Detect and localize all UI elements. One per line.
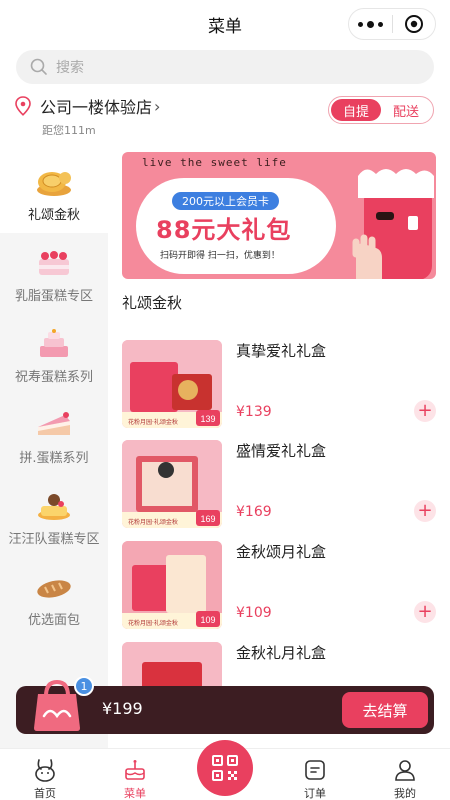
strawberry-cake-icon [39, 251, 69, 275]
product-card[interactable]: 139 花粉月园·礼颂金秋 真挚爱礼礼盒 ¥139 + [122, 340, 438, 428]
product-card[interactable]: 109 花粉月园·礼颂金秋 金秋颂月礼盒 ¥109 + [122, 541, 438, 629]
rabbit-home-icon [35, 759, 55, 782]
tab-label: 首页 [34, 787, 56, 800]
cake-slice-icon [38, 412, 70, 435]
mascot-illustration [352, 169, 434, 279]
sidebar-item-slice-cake[interactable]: 拼.蛋糕系列 [0, 395, 108, 476]
search-input[interactable]: 搜索 [16, 50, 434, 84]
tab-orders[interactable]: 订单 [270, 749, 360, 800]
product-name: 真挚爱礼礼盒 [236, 342, 327, 360]
sidebar-item-birthday-cake[interactable]: 祝寿蛋糕系列 [0, 314, 108, 395]
thumb-caption: 花粉月园·礼颂金秋 [128, 418, 178, 426]
thumb-caption: 花粉月园·礼颂金秋 [128, 619, 178, 627]
tab-label: 我的 [394, 787, 416, 800]
banner-subtext: 扫码开即得 扫一扫，优惠到！ [160, 251, 280, 261]
navigation-bar: 菜单 [0, 0, 450, 48]
tab-home[interactable]: 首页 [0, 749, 90, 800]
user-icon [395, 760, 415, 781]
pickup-option[interactable]: 自提 [331, 99, 381, 121]
promo-banner[interactable]: live the sweet life 200元以上会员卡 88元大礼包 扫码开… [122, 152, 436, 279]
sidebar-item-label: 汪汪队蛋糕专区 [8, 532, 100, 547]
thumb-caption: 花粉月园·礼颂金秋 [128, 518, 178, 526]
category-sidebar: 礼颂金秋 乳脂蛋糕专区 祝寿蛋糕系列 拼.蛋糕系列 汪汪队蛋糕专区 优选面包 [0, 152, 108, 760]
cart-total: ¥199 [102, 699, 143, 718]
order-icon [305, 760, 325, 780]
sidebar-item-cream-cake[interactable]: 乳脂蛋糕专区 [0, 233, 108, 314]
add-to-cart-button[interactable]: + [414, 601, 436, 623]
mooncake-icon [37, 172, 71, 196]
thumb-price-label: 139 [200, 414, 215, 424]
more-options-icon[interactable] [349, 8, 392, 40]
mini-program-capsule [348, 8, 436, 40]
bread-icon [37, 580, 71, 598]
tab-label: 菜单 [124, 787, 146, 800]
chevron-right-icon: › [154, 96, 161, 116]
sidebar-item-bread[interactable]: 优选面包 [0, 557, 108, 638]
product-name: 金秋礼月礼盒 [236, 644, 327, 662]
product-price: ¥169 [236, 504, 272, 520]
add-to-cart-button[interactable]: + [414, 400, 436, 422]
sidebar-item-paw-patrol-cake[interactable]: 汪汪队蛋糕专区 [0, 476, 108, 557]
cart-count-badge: 1 [74, 676, 94, 696]
section-title: 礼颂金秋 [122, 294, 183, 312]
product-price: ¥109 [236, 605, 272, 621]
tab-menu[interactable]: 菜单 [90, 749, 180, 800]
banner-tagline: live the sweet life [142, 156, 287, 169]
sidebar-item-label: 祝寿蛋糕系列 [14, 370, 93, 385]
product-image: 139 花粉月园·礼颂金秋 [122, 340, 222, 428]
product-name: 盛情爱礼礼盒 [236, 442, 327, 460]
location-pin-icon [15, 96, 31, 116]
product-price: ¥139 [236, 404, 272, 420]
delivery-option[interactable]: 配送 [381, 99, 431, 121]
cake-menu-icon [125, 760, 145, 780]
sidebar-item-label: 优选面包 [27, 613, 80, 628]
search-icon [30, 58, 47, 75]
product-card[interactable]: 169 花粉月园·礼颂金秋 盛情爱礼礼盒 ¥169 + [122, 440, 438, 528]
store-name: 公司一楼体验店 [40, 98, 153, 117]
close-target-icon[interactable] [393, 8, 435, 40]
search-placeholder: 搜索 [56, 60, 84, 76]
app-screen: 菜单 搜索 公司一楼体验店 › 距您111m 自提 配送 礼颂金秋 乳脂蛋糕专区… [0, 0, 450, 800]
checkout-button[interactable]: 去结算 [342, 692, 428, 728]
tab-profile[interactable]: 我的 [360, 749, 450, 800]
tab-label: 订单 [304, 787, 326, 800]
banner-headline: 88元大礼包 [156, 216, 292, 244]
qr-scan-button[interactable] [197, 740, 253, 796]
birthday-cake-icon [40, 329, 68, 357]
thumb-price-label: 109 [200, 615, 215, 625]
banner-membership-pill: 200元以上会员卡 [172, 192, 279, 210]
store-distance: 距您111m [42, 124, 96, 137]
sidebar-item-golden-autumn[interactable]: 礼颂金秋 [0, 152, 108, 233]
sidebar-item-label: 拼.蛋糕系列 [19, 451, 89, 466]
product-image: 109 花粉月园·礼颂金秋 [122, 541, 222, 629]
qr-scan-icon [212, 755, 238, 781]
sidebar-item-label: 乳脂蛋糕专区 [14, 289, 93, 304]
character-cake-icon [38, 494, 70, 520]
add-to-cart-button[interactable]: + [414, 500, 436, 522]
product-image: 169 花粉月园·礼颂金秋 [122, 440, 222, 528]
thumb-price-label: 169 [200, 514, 215, 524]
product-name: 金秋颂月礼盒 [236, 543, 327, 561]
delivery-mode-toggle: 自提 配送 [328, 96, 434, 124]
sidebar-item-label: 礼颂金秋 [27, 208, 80, 223]
store-selector[interactable]: 公司一楼体验店 › 距您111m [14, 94, 161, 137]
